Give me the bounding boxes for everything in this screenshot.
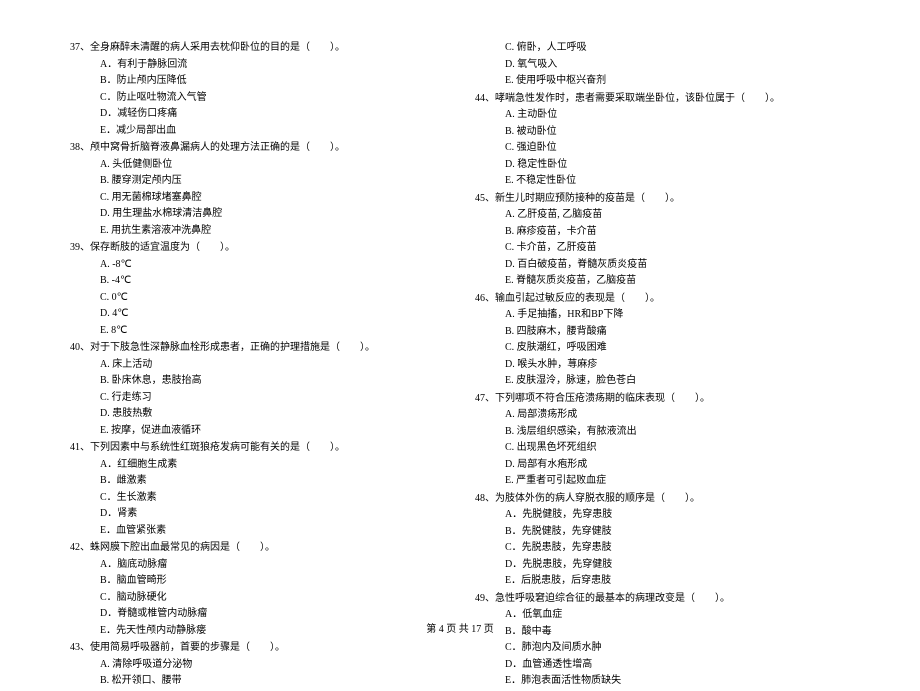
question-option: A. 乙肝疫苗, 乙脑疫苗 xyxy=(475,207,850,224)
question-option: E. 用抗生素溶液冲洗鼻腔 xyxy=(70,223,445,240)
question-block: 47、下列哪项不符合压疮溃疡期的临床表现（ ）。A. 局部溃疡形成B. 浅层组织… xyxy=(475,391,850,490)
question-option: C．先脱患肢，先穿患肢 xyxy=(475,540,850,557)
question-block: 37、全身麻醉未清醒的病人采用去枕仰卧位的目的是（ ）。A．有利于静脉回流B．防… xyxy=(70,40,445,139)
question-block: 48、为肢体外伤的病人穿脱衣服的顺序是（ ）。A．先脱健肢，先穿患肢B．先脱健肢… xyxy=(475,491,850,590)
question-option: A. 床上活动 xyxy=(70,357,445,374)
right-column: C. 俯卧，人工呼吸D. 氧气吸入E. 使用呼吸中枢兴奋剂44、哮喘急性发作时，… xyxy=(475,40,850,691)
question-block: 41、下列因素中与系统性红斑狼疮发病可能有关的是（ ）。A．红细胞生成素B．雌激… xyxy=(70,440,445,539)
question-option: C. 0℃ xyxy=(70,290,445,307)
question-title: 49、急性呼吸窘迫综合征的最基本的病理改变是（ ）。 xyxy=(475,591,850,608)
question-option: B．防止颅内压降低 xyxy=(70,73,445,90)
question-title: 39、保存断肢的适宜温度为（ ）。 xyxy=(70,240,445,257)
question-option: B. 被动卧位 xyxy=(475,124,850,141)
question-option: C．防止呕吐物流入气管 xyxy=(70,90,445,107)
question-option: B. 麻疹疫苗，卡介苗 xyxy=(475,224,850,241)
question-block: 49、急性呼吸窘迫综合征的最基本的病理改变是（ ）。A．低氧血症B．酸中毒C．肺… xyxy=(475,591,850,690)
question-option: E．血管紧张素 xyxy=(70,523,445,540)
question-block: 45、新生儿时期应预防接种的疫苗是（ ）。A. 乙肝疫苗, 乙脑疫苗B. 麻疹疫… xyxy=(475,191,850,290)
question-option: C. 行走练习 xyxy=(70,390,445,407)
question-option: D．肾素 xyxy=(70,506,445,523)
question-option: A. -8℃ xyxy=(70,257,445,274)
question-title: 45、新生儿时期应预防接种的疫苗是（ ）。 xyxy=(475,191,850,208)
question-option: A. 头低健侧卧位 xyxy=(70,157,445,174)
question-block: 44、哮喘急性发作时，患者需要采取端坐卧位，该卧位属于（ ）。A. 主动卧位B.… xyxy=(475,91,850,190)
page-number: 第 4 页 共 17 页 xyxy=(426,624,494,635)
question-option: B. 松开领口、腰带 xyxy=(70,673,445,690)
question-option: C. 出现黑色坏死组织 xyxy=(475,440,850,457)
question-option: C．脑动脉硬化 xyxy=(70,590,445,607)
question-option: E．减少局部出血 xyxy=(70,123,445,140)
question-title: 47、下列哪项不符合压疮溃疡期的临床表现（ ）。 xyxy=(475,391,850,408)
question-option: E. 不稳定性卧位 xyxy=(475,173,850,190)
question-option: E. 皮肤湿泠，脉速，脸色苍白 xyxy=(475,373,850,390)
question-option: A．有利于静脉回流 xyxy=(70,57,445,74)
question-option: A. 手足抽搐，HR和BP下降 xyxy=(475,307,850,324)
question-option: E．肺泡表面活性物质缺失 xyxy=(475,673,850,690)
question-option: E. 按摩，促进血液循环 xyxy=(70,423,445,440)
question-title: 37、全身麻醉未清醒的病人采用去枕仰卧位的目的是（ ）。 xyxy=(70,40,445,57)
question-title: 38、颅中窝骨折脑脊液鼻漏病人的处理方法正确的是（ ）。 xyxy=(70,140,445,157)
question-option: E. 8℃ xyxy=(70,323,445,340)
question-block: 38、颅中窝骨折脑脊液鼻漏病人的处理方法正确的是（ ）。A. 头低健侧卧位B. … xyxy=(70,140,445,239)
question-option: B. 浅层组织感染，有脓液流出 xyxy=(475,424,850,441)
question-title: 43、使用简易呼吸器前，首要的步骤是（ ）。 xyxy=(70,640,445,657)
question-title: 42、蛛网膜下腔出血最常见的病因是（ ）。 xyxy=(70,540,445,557)
question-option: B. 腰穿测定颅内压 xyxy=(70,173,445,190)
question-option: B．雌激素 xyxy=(70,473,445,490)
question-option: C. 皮肤潮红，呼吸困难 xyxy=(475,340,850,357)
question-option: A．红细胞生成素 xyxy=(70,457,445,474)
question-block: 40、对于下肢急性深静脉血栓形成患者，正确的护理措施是（ ）。A. 床上活动B.… xyxy=(70,340,445,439)
question-option: B．脑血管畸形 xyxy=(70,573,445,590)
left-column: 37、全身麻醉未清醒的病人采用去枕仰卧位的目的是（ ）。A．有利于静脉回流B．防… xyxy=(70,40,445,691)
question-option: C．生长激素 xyxy=(70,490,445,507)
question-option: D．先脱患肢，先穿健肢 xyxy=(475,557,850,574)
question-option: A. 局部溃疡形成 xyxy=(475,407,850,424)
question-option: C．肺泡内及间质水肿 xyxy=(475,640,850,657)
question-option: D. 4℃ xyxy=(70,306,445,323)
question-option: A. 主动卧位 xyxy=(475,107,850,124)
question-option: D. 氧气吸入 xyxy=(475,57,850,74)
question-option: C. 俯卧，人工呼吸 xyxy=(475,40,850,57)
question-option: A．脑底动脉瘤 xyxy=(70,557,445,574)
question-option: B．先脱健肢，先穿健肢 xyxy=(475,524,850,541)
question-block: 43、使用简易呼吸器前，首要的步骤是（ ）。A. 清除呼吸道分泌物B. 松开领口… xyxy=(70,640,445,690)
question-option: C. 强迫卧位 xyxy=(475,140,850,157)
page-footer: 第 4 页 共 17 页 xyxy=(0,620,920,635)
question-option: D．减轻伤口疼痛 xyxy=(70,106,445,123)
question-option: D. 患肢热敷 xyxy=(70,406,445,423)
question-title: 48、为肢体外伤的病人穿脱衣服的顺序是（ ）。 xyxy=(475,491,850,508)
question-option: E．后脱患肢，后穿患肢 xyxy=(475,573,850,590)
question-option: A．先脱健肢，先穿患肢 xyxy=(475,507,850,524)
question-title: 46、输血引起过敏反应的表现是（ ）。 xyxy=(475,291,850,308)
question-title: 41、下列因素中与系统性红斑狼疮发病可能有关的是（ ）。 xyxy=(70,440,445,457)
question-block: C. 俯卧，人工呼吸D. 氧气吸入E. 使用呼吸中枢兴奋剂 xyxy=(475,40,850,90)
question-block: 39、保存断肢的适宜温度为（ ）。A. -8℃B. -4℃C. 0℃D. 4℃E… xyxy=(70,240,445,339)
question-option: E. 使用呼吸中枢兴奋剂 xyxy=(475,73,850,90)
question-option: B. 四肢麻木，腰背酸痛 xyxy=(475,324,850,341)
question-title: 44、哮喘急性发作时，患者需要采取端坐卧位，该卧位属于（ ）。 xyxy=(475,91,850,108)
question-option: D. 喉头水肿，荨麻疹 xyxy=(475,357,850,374)
question-option: C. 卡介苗，乙肝疫苗 xyxy=(475,240,850,257)
question-option: D．血管通透性增高 xyxy=(475,657,850,674)
question-option: A. 清除呼吸道分泌物 xyxy=(70,657,445,674)
question-option: D. 稳定性卧位 xyxy=(475,157,850,174)
question-option: C. 用无菌棉球堵塞鼻腔 xyxy=(70,190,445,207)
question-option: D. 局部有水疱形成 xyxy=(475,457,850,474)
question-option: E. 脊髓灰质炎疫苗，乙脑疫苗 xyxy=(475,273,850,290)
question-title: 40、对于下肢急性深静脉血栓形成患者，正确的护理措施是（ ）。 xyxy=(70,340,445,357)
question-option: B. 卧床休息，患肢抬高 xyxy=(70,373,445,390)
question-option: D. 用生理盐水棉球清洁鼻腔 xyxy=(70,206,445,223)
question-option: D. 百白破疫苗，脊髓灰质炎疫苗 xyxy=(475,257,850,274)
question-option: E. 严重者可引起败血症 xyxy=(475,473,850,490)
question-option: B. -4℃ xyxy=(70,273,445,290)
question-block: 46、输血引起过敏反应的表现是（ ）。A. 手足抽搐，HR和BP下降B. 四肢麻… xyxy=(475,291,850,390)
document-content: 37、全身麻醉未清醒的病人采用去枕仰卧位的目的是（ ）。A．有利于静脉回流B．防… xyxy=(70,40,850,691)
